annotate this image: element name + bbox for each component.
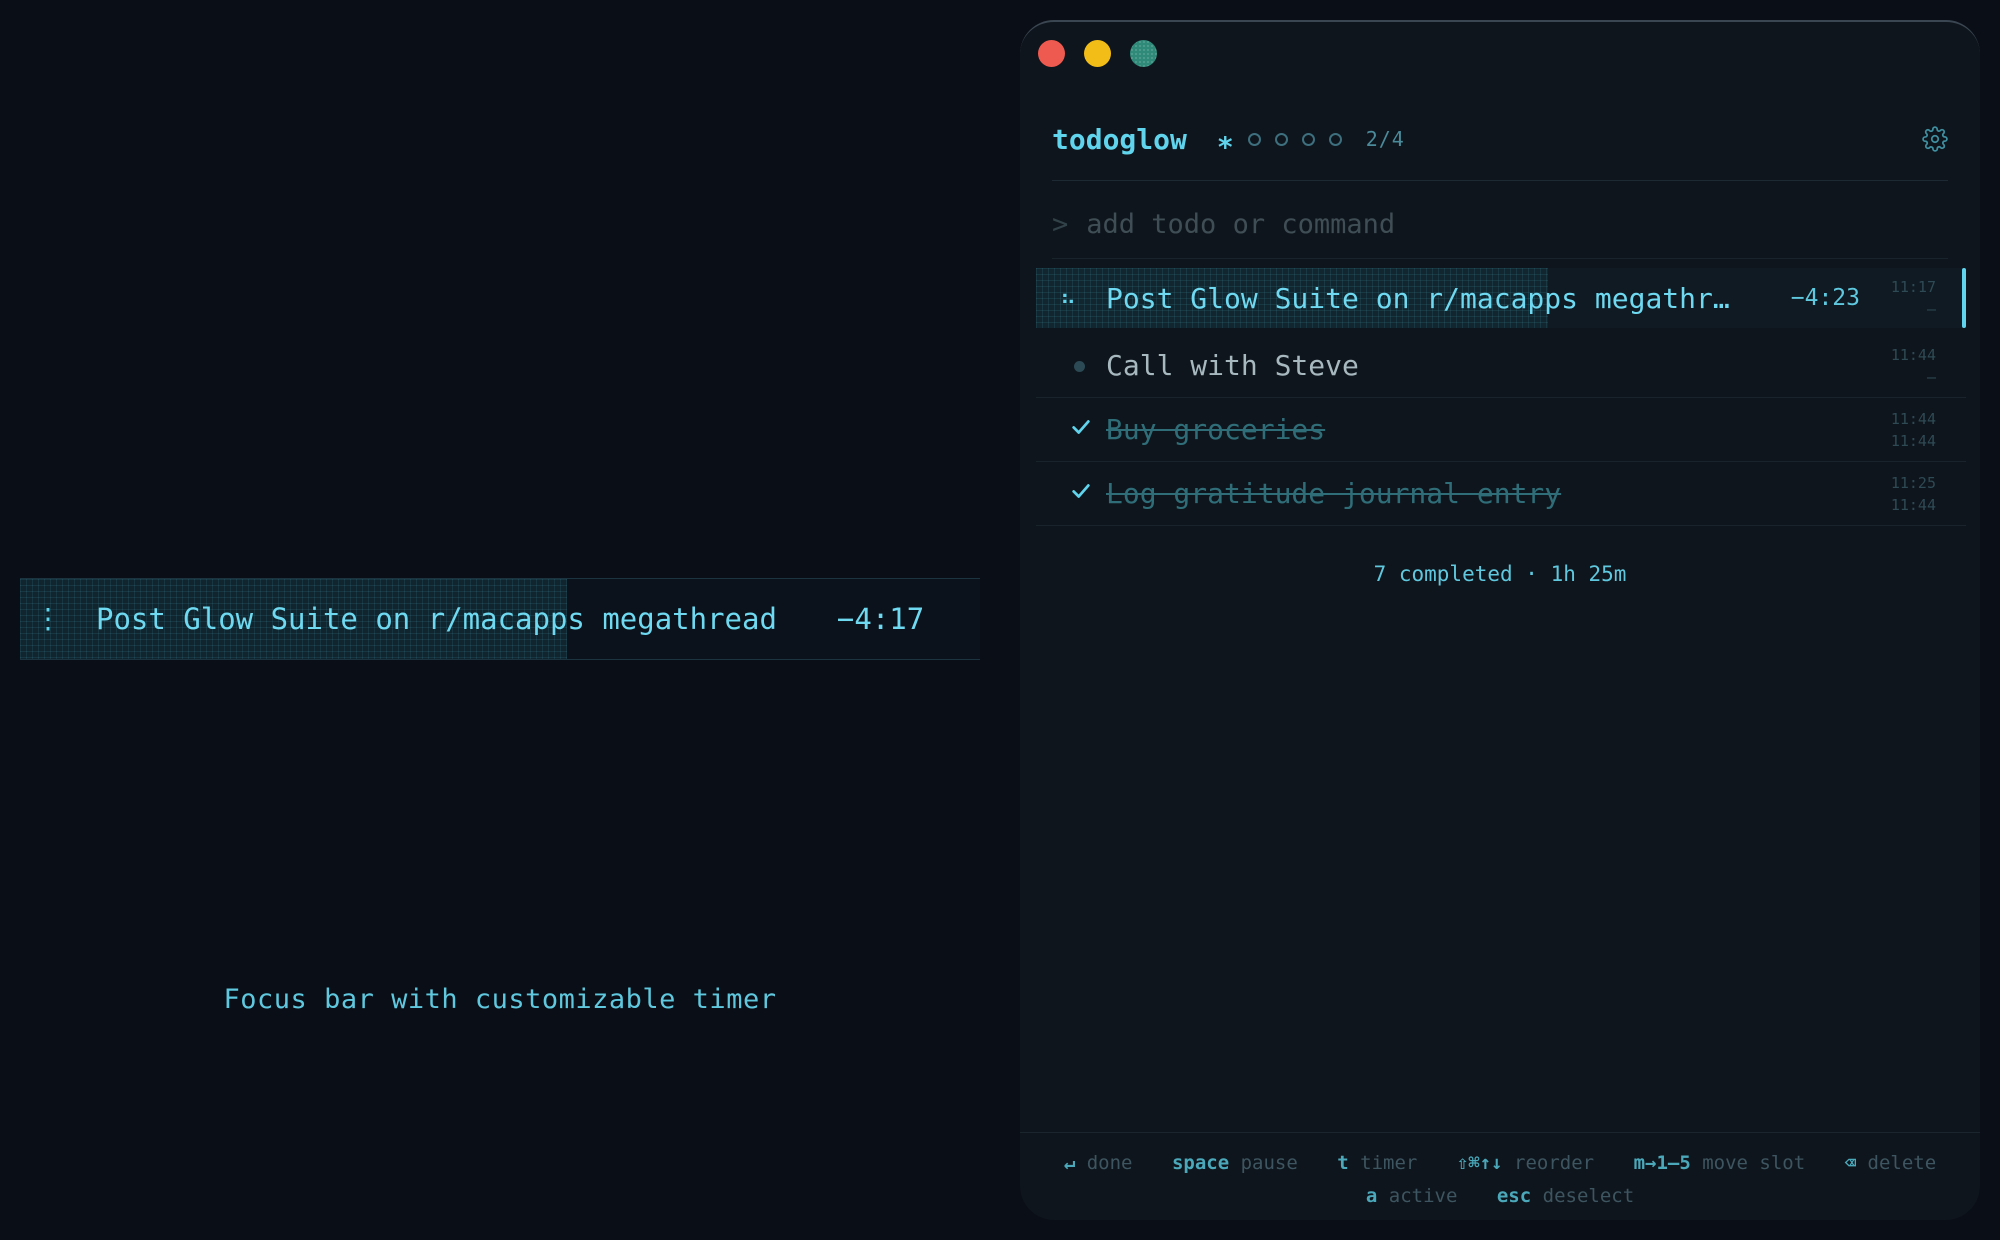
time-end: 11:44: [1890, 495, 1936, 514]
focus-bar-timer[interactable]: −4:17: [837, 602, 924, 636]
slot-5[interactable]: [1328, 132, 1342, 146]
time-start: 11:25: [1890, 473, 1936, 492]
todo-command-input[interactable]: [1084, 207, 1889, 241]
time-start: 11:44: [1890, 345, 1936, 364]
todo-timestamps: 11:17 –: [1876, 276, 1936, 320]
slot-2[interactable]: [1247, 132, 1261, 146]
slot-count: 2/4: [1365, 127, 1405, 151]
shortcut-hint: t timer: [1337, 1152, 1418, 1174]
shortcut-footer: ↵ done space pause t timer ⇧⌘↑↓ reorder …: [1020, 1132, 1980, 1220]
slot-1-active[interactable]: ∗: [1217, 128, 1234, 156]
close-window-button[interactable]: [1038, 40, 1065, 67]
todo-list: ⠦ Post Glow Suite on r/macapps megathr… …: [1036, 268, 1966, 526]
todo-item-done[interactable]: Buy groceries 11:44 11:44: [1036, 398, 1966, 462]
todo-label[interactable]: Post Glow Suite on r/macapps megathr…: [1106, 282, 1730, 315]
slot-4[interactable]: [1301, 132, 1315, 146]
todo-timestamps: 11:44 –: [1876, 344, 1936, 388]
app-window: todoglow ∗ 2/4 > ⠦ Post Glow Suite on r/…: [1020, 20, 1980, 1220]
app-title: todoglow: [1052, 122, 1187, 156]
todo-timestamps: 11:44 11:44: [1876, 408, 1936, 452]
slot-3[interactable]: [1274, 132, 1288, 146]
check-icon-wrap[interactable]: [1060, 480, 1106, 508]
time-end: –: [1926, 367, 1936, 386]
shortcut-hint: space pause: [1171, 1152, 1298, 1174]
todo-item-active[interactable]: ⠦ Post Glow Suite on r/macapps megathr… …: [1036, 268, 1966, 328]
todo-label[interactable]: Call with Steve: [1106, 349, 1359, 382]
command-input-row[interactable]: >: [1052, 190, 1948, 259]
app-header: todoglow ∗ 2/4: [1052, 98, 1948, 181]
todo-timestamps: 11:25 11:44: [1876, 472, 1936, 516]
todo-label[interactable]: Buy groceries: [1106, 413, 1325, 446]
shortcut-hint: esc deselect: [1496, 1185, 1635, 1207]
shortcut-hint: ⌫ delete: [1844, 1152, 1937, 1174]
window-controls: [1038, 40, 1157, 67]
minimize-window-button[interactable]: [1084, 40, 1111, 67]
time-end: –: [1926, 300, 1936, 318]
feature-caption: Focus bar with customizable timer: [223, 984, 777, 1015]
time-start: 11:44: [1890, 409, 1936, 428]
todo-item[interactable]: Call with Steve 11:44 –: [1036, 334, 1966, 398]
check-icon-wrap[interactable]: [1060, 416, 1106, 444]
shortcut-hint: a active: [1365, 1185, 1458, 1207]
prompt-glyph: >: [1052, 208, 1069, 240]
todo-item-done[interactable]: Log gratitude journal entry 11:25 11:44: [1036, 462, 1966, 526]
check-icon[interactable]: [1070, 480, 1092, 502]
check-icon[interactable]: [1070, 416, 1092, 438]
drag-handle-icon[interactable]: ⋮: [30, 605, 66, 633]
shortcut-row-2: a active esc deselect: [1020, 1180, 1980, 1213]
time-start: 11:17: [1890, 278, 1936, 296]
shortcut-hint: ⇧⌘↑↓ reorder: [1456, 1152, 1595, 1174]
todo-countdown[interactable]: −4:23: [1791, 285, 1860, 311]
selection-accent: [1962, 268, 1966, 328]
time-end: 11:44: [1890, 431, 1936, 450]
completed-summary: 7 completed · 1h 25m: [1373, 562, 1627, 586]
focus-bar-title: Post Glow Suite on r/macapps megathread: [96, 602, 777, 636]
focus-bar[interactable]: ⋮ Post Glow Suite on r/macapps megathrea…: [20, 578, 980, 660]
pending-dot-icon[interactable]: [1060, 353, 1106, 378]
maximize-window-button[interactable]: [1130, 40, 1157, 67]
gear-icon[interactable]: [1922, 126, 1948, 152]
slot-indicator: ∗: [1217, 122, 1342, 156]
active-spinner-icon: ⠦: [1060, 285, 1077, 311]
shortcut-row-1: ↵ done space pause t timer ⇧⌘↑↓ reorder …: [1020, 1147, 1980, 1180]
todo-label[interactable]: Log gratitude journal entry: [1106, 477, 1561, 510]
shortcut-hint: m→1–5 move slot: [1633, 1152, 1806, 1174]
shortcut-hint: ↵ done: [1063, 1152, 1133, 1174]
